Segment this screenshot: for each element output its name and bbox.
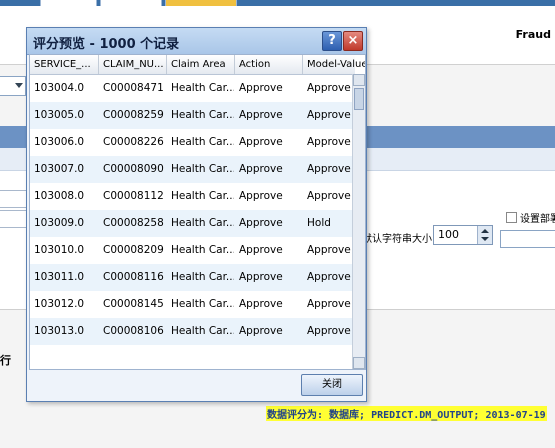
table-cell: Health Car... xyxy=(171,163,234,175)
table-cell: C00008090 xyxy=(103,163,164,175)
table-cell: Approve xyxy=(239,82,283,94)
table-row[interactable]: 103004.0 C00008471 Health Car... Approve App… xyxy=(30,75,352,102)
table-cell: Approve xyxy=(239,163,283,175)
help-button[interactable]: ? xyxy=(322,31,342,51)
table-cell: C00008106 xyxy=(103,325,164,337)
table-cell: C00008116 xyxy=(103,271,164,283)
deploy-checkbox[interactable] xyxy=(506,212,517,223)
scroll-down-icon[interactable] xyxy=(353,357,365,369)
dialog-titlebar[interactable]: 评分预览 - 1000 个记录 ? × xyxy=(27,28,366,55)
table-row[interactable]: 103005.0 C00008259 Health Car... Approve App… xyxy=(30,102,352,129)
status-bar: 数据评分为: 数据库; PREDICT.DM_OUTPUT; 2013-07-1… xyxy=(266,406,547,421)
scroll-up-icon[interactable] xyxy=(353,74,365,86)
column-header[interactable]: Claim Area xyxy=(167,55,235,74)
string-size-stepper[interactable]: 100 xyxy=(433,225,493,245)
table-cell: C00008145 xyxy=(103,298,164,310)
table-row[interactable]: 103010.0 C00008209 Health Car... Approve App… xyxy=(30,237,352,264)
table-cell: C00008259 xyxy=(103,109,164,121)
table-cell: Approve xyxy=(239,244,283,256)
string-size-label: 默认字符串大小 xyxy=(362,234,432,245)
table-cell: C00008226 xyxy=(103,136,164,148)
chevron-down-icon xyxy=(15,83,23,88)
vertical-scrollbar[interactable] xyxy=(352,74,365,369)
table-cell: Health Car... xyxy=(171,217,234,229)
app-name: Fraud xyxy=(515,28,551,41)
deploy-checkbox-label: 设置部署 xyxy=(520,214,555,225)
table-cell: Approve xyxy=(239,325,283,337)
close-icon[interactable]: × xyxy=(343,31,363,51)
score-preview-dialog: 评分预览 - 1000 个记录 ? × SERVICE_... CLAIM_NU… xyxy=(26,27,367,402)
table-cell: Health Car... xyxy=(171,190,234,202)
dialog-title: 评分预览 - 1000 个记录 xyxy=(33,37,180,52)
table-cell: 103008.0 xyxy=(34,190,85,202)
table-row[interactable]: 103012.0 C00008145 Health Car... Approve App… xyxy=(30,291,352,318)
table-cell: 103012.0 xyxy=(34,298,85,310)
table-cell: 103013.0 xyxy=(34,325,85,337)
table-cell: Approve xyxy=(239,190,283,202)
table-cell: C00008258 xyxy=(103,217,164,229)
table-cell: Approve xyxy=(239,109,283,121)
table-cell: 103006.0 xyxy=(34,136,85,148)
table-cell: C00008112 xyxy=(103,190,164,202)
table-cell: C00008471 xyxy=(103,82,164,94)
close-button[interactable]: 关闭 xyxy=(301,374,363,396)
table-cell: Health Car... xyxy=(171,271,234,283)
table-cell: Approve xyxy=(239,217,283,229)
table-cell: Approve xyxy=(239,271,283,283)
column-header[interactable]: SERVICE_... xyxy=(30,55,99,74)
table-cell: 103010.0 xyxy=(34,244,85,256)
column-header[interactable]: CLAIM_NU... xyxy=(99,55,167,74)
table-cell: C00008209 xyxy=(103,244,164,256)
table-row[interactable]: 103009.0 C00008258 Health Car... Approve Hol… xyxy=(30,210,352,237)
table-row[interactable]: 103011.0 C00008116 Health Car... Approve App… xyxy=(30,264,352,291)
table-row[interactable]: 103006.0 C00008226 Health Car... Approve App… xyxy=(30,129,352,156)
table-row[interactable]: 103007.0 C00008090 Health Car... Approve App… xyxy=(30,156,352,183)
column-header[interactable]: Action xyxy=(235,55,303,74)
row-label: 行 xyxy=(0,354,11,367)
table-row[interactable]: 103013.0 C00008106 Health Car... Approve App… xyxy=(30,318,352,345)
stepper-down-icon[interactable] xyxy=(481,237,489,241)
table-cell: Approve xyxy=(239,136,283,148)
table-cell: Health Car... xyxy=(171,109,234,121)
stepper-buttons[interactable] xyxy=(477,226,492,244)
table-cell: 103009.0 xyxy=(34,217,85,229)
table-header: SERVICE_... CLAIM_NU... Claim Area Actio… xyxy=(30,55,365,75)
table-cell: 103011.0 xyxy=(34,271,85,283)
table-cell: Health Car... xyxy=(171,136,234,148)
table-row[interactable]: 103008.0 C00008112 Health Car... Approve App… xyxy=(30,183,352,210)
table-cell: Health Car... xyxy=(171,244,234,256)
dropdown[interactable] xyxy=(0,76,26,96)
table-cell: Health Car... xyxy=(171,82,234,94)
preview-table: SERVICE_... CLAIM_NU... Claim Area Actio… xyxy=(29,54,366,370)
table-cell: Approve xyxy=(239,298,283,310)
scroll-thumb[interactable] xyxy=(354,88,364,110)
column-header[interactable]: Model-Value xyxy=(303,55,365,74)
table-cell: Health Car... xyxy=(171,298,234,310)
input-field[interactable] xyxy=(500,230,555,248)
table-cell: 103005.0 xyxy=(34,109,85,121)
input-field[interactable] xyxy=(0,210,28,228)
table-cell: 103007.0 xyxy=(34,163,85,175)
table-cell: Health Car... xyxy=(171,325,234,337)
input-field[interactable] xyxy=(0,190,28,208)
stepper-up-icon[interactable] xyxy=(481,229,489,233)
string-size-value: 100 xyxy=(438,228,459,241)
table-cell: 103004.0 xyxy=(34,82,85,94)
